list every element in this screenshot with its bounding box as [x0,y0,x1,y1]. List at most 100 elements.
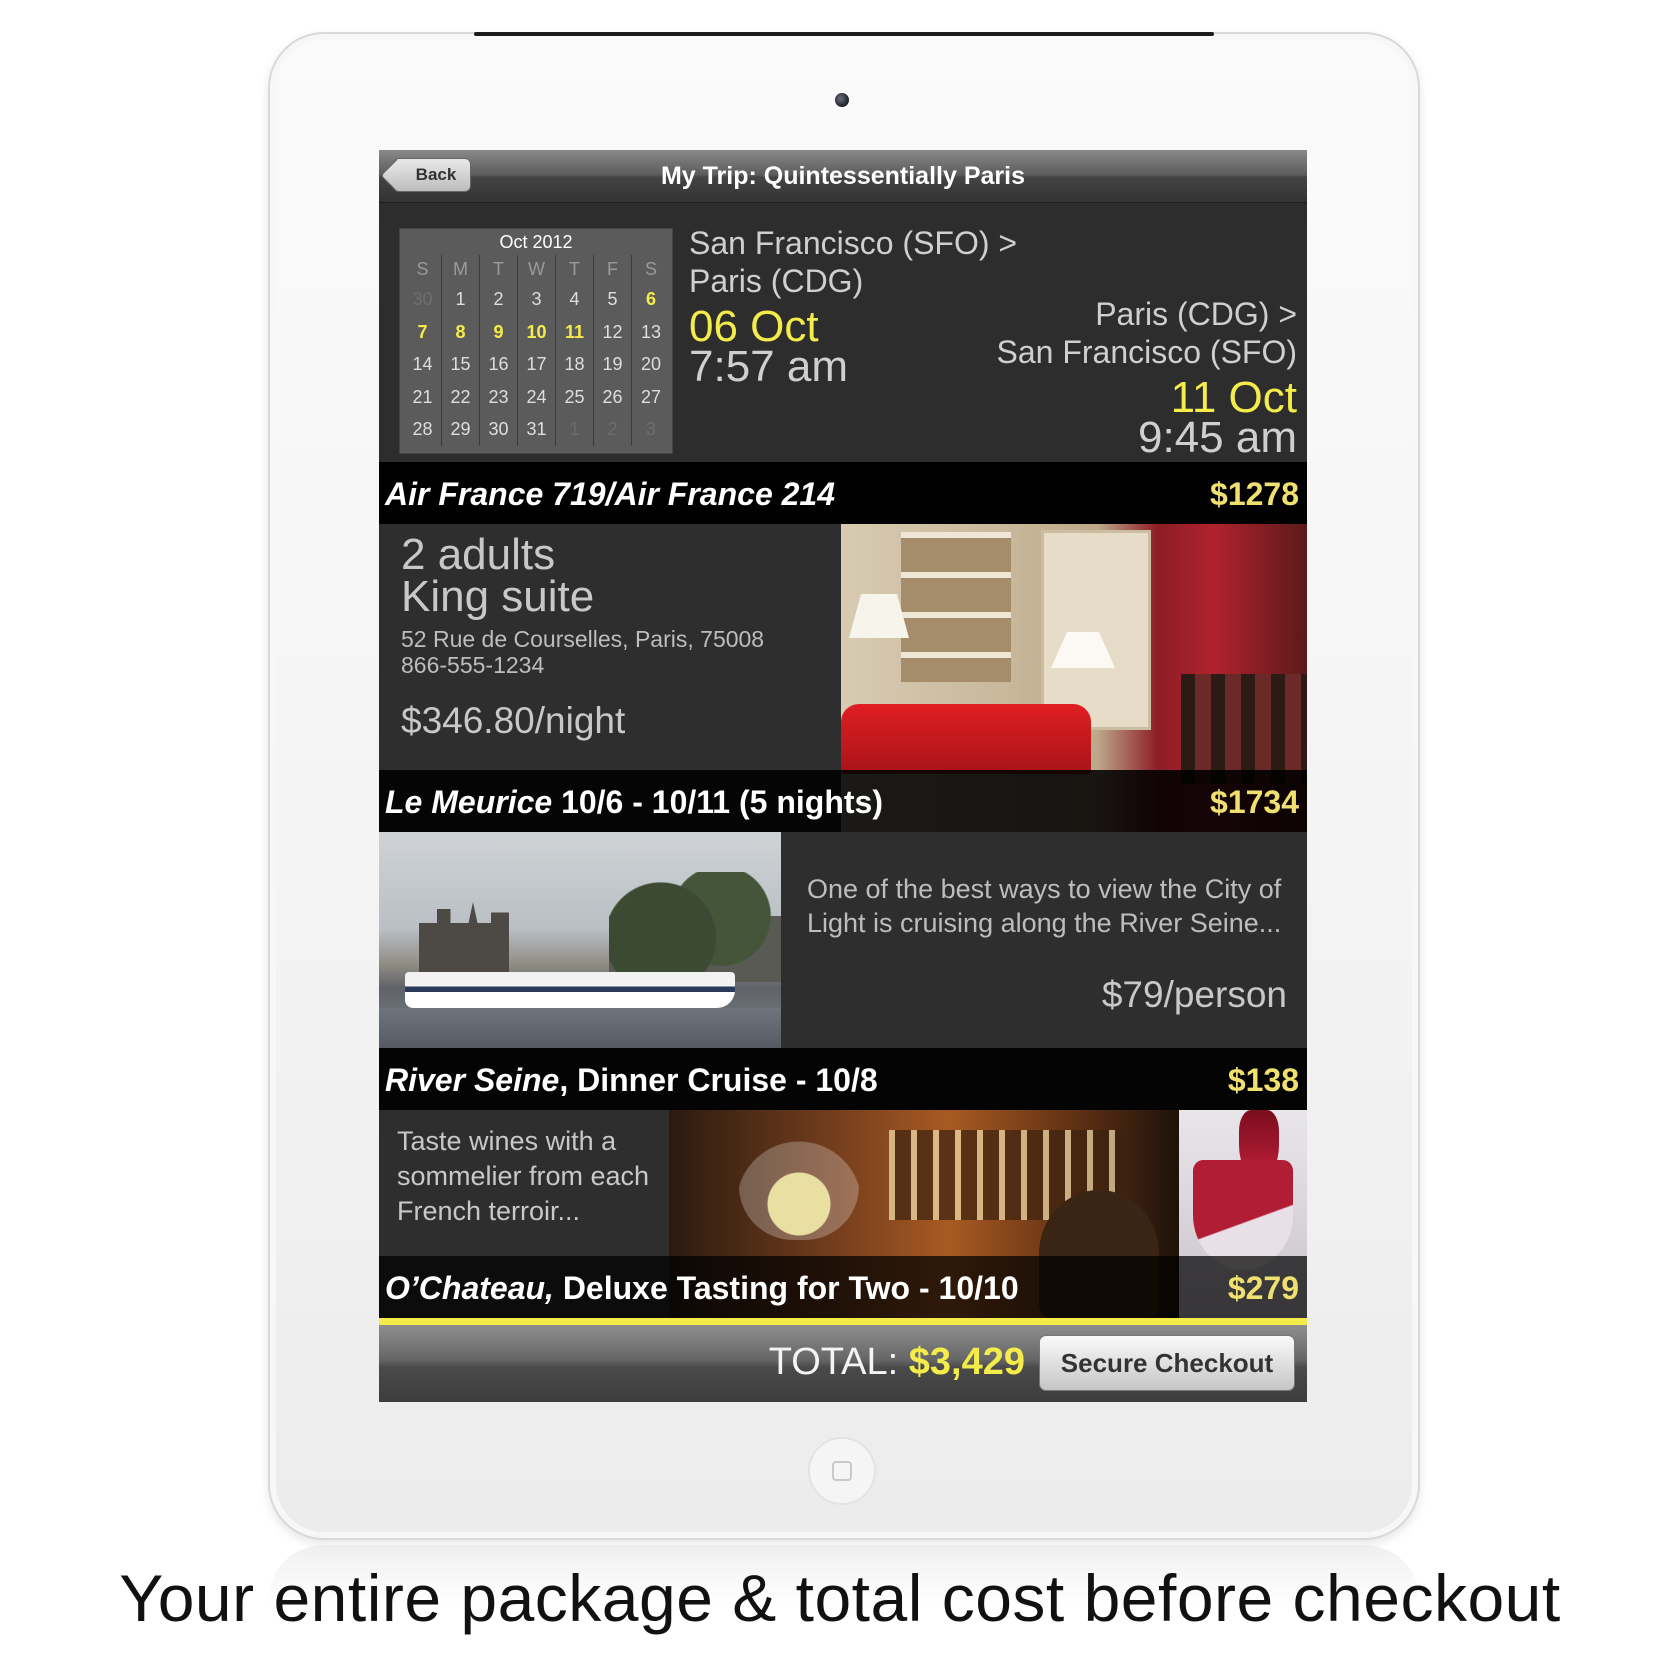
calendar-weekday: T [556,255,594,283]
flight-item-price: $1278 [1210,476,1299,512]
cruise-details[interactable]: One of the best ways to view the City of… [781,832,1307,1048]
calendar-day[interactable]: 22 [442,380,480,413]
wine-item-label: O’Chateau, Deluxe Tasting for Two - 10/1… [385,1270,1019,1307]
calendar-day-selected[interactable]: 11 [556,315,594,348]
wine-venue: O’Chateau, [385,1270,554,1306]
marketing-caption: Your entire package & total cost before … [119,1561,1561,1635]
hotel-guest-count: 2 adults [401,530,556,579]
calendar-day[interactable]: 20 [632,348,670,381]
hotel-item-price: $1734 [1210,784,1299,820]
calendar-day[interactable]: 28 [404,413,442,446]
hotel-address: 52 Rue de Courselles, Paris, 75008 [401,626,765,652]
cruise-item-price: $138 [1227,1062,1299,1098]
calendar-day[interactable]: 21 [404,380,442,413]
hotel-phone: 866-555-1234 [401,652,545,678]
home-square-icon [832,1461,852,1481]
calendar-day-selected[interactable]: 9 [480,315,518,348]
calendar-weekday: F [594,255,632,283]
calendar-day[interactable]: 4 [556,283,594,316]
calendar-day[interactable]: 30 [480,413,518,446]
calendar-day[interactable]: 2 [594,413,632,446]
cruise-description: One of the best ways to view the City of… [807,874,1282,938]
calendar-month-title: Oct 2012 [499,232,573,252]
calendar-day[interactable]: 24 [518,380,556,413]
camera-icon [835,93,849,107]
calendar-day[interactable]: 3 [518,283,556,316]
app-screen: My Trip: Quintessentially Paris Back Oct… [379,150,1307,1402]
hotel-details[interactable]: 2 adults King suite 52 Rue de Courselles… [379,524,841,770]
calendar-day[interactable]: 30 [404,283,442,316]
total-cost: TOTAL: $3,429 [769,1341,1025,1384]
calendar-day-selected[interactable]: 8 [442,315,480,348]
wine-detail: Deluxe Tasting for Two - 10/10 [553,1270,1019,1306]
calendar-day[interactable]: 31 [518,413,556,446]
total-label: TOTAL: [768,1341,909,1383]
calendar-day[interactable]: 17 [518,348,556,381]
outbound-route-origin: San Francisco (SFO) > [689,225,1018,261]
calendar-day[interactable]: 26 [594,380,632,413]
calendar-day[interactable]: 23 [480,380,518,413]
hotel-name: Le Meurice [385,784,553,820]
cruise-item-label: River Seine, Dinner Cruise - 10/8 [385,1062,878,1099]
total-amount: $3,429 [908,1341,1025,1383]
return-route-origin: Paris (CDG) > [1095,296,1297,332]
back-button-label: Back [415,165,457,184]
page-title: My Trip: Quintessentially Paris [660,162,1025,190]
calendar-day[interactable]: 19 [594,348,632,381]
wine-item-bar[interactable]: O’Chateau, Deluxe Tasting for Two - 10/1… [379,1256,1307,1318]
return-route: Paris (CDG) > San Francisco (SFO) [877,295,1297,371]
cruise-detail: , Dinner Cruise - 10/8 [559,1062,878,1098]
hotel-contact: 52 Rue de Courselles, Paris, 75008 866-5… [401,626,764,678]
calendar-day[interactable]: 3 [632,413,670,446]
calendar-day[interactable]: 13 [632,316,670,349]
return-route-destination: San Francisco (SFO) [996,334,1297,370]
calendar-weekday: T [480,255,518,283]
calendar-day[interactable]: 25 [556,380,594,413]
calendar-day[interactable]: 14 [404,348,442,381]
hotel-dates: 10/6 - 10/11 (5 nights) [552,784,883,820]
cruise-item-bar[interactable]: River Seine, Dinner Cruise - 10/8 $138 [379,1048,1307,1110]
wine-details[interactable]: Taste wines with a sommelier from each F… [379,1110,669,1256]
calendar-day[interactable]: 18 [556,348,594,381]
calendar-grid: S M T W T F S 30 1 2 3 4 5 6 7 8 9 10 11 12 13 14 15 16 17 18 19 20… [404,255,670,446]
calendar-weekday: S [404,255,442,283]
scroll-indicator-line [379,1318,1307,1325]
flight-item-label: Air France 719/Air France 214 [385,476,836,512]
home-button[interactable] [808,1437,876,1505]
calendar-weekday: S [644,259,657,279]
calendar-weekday: W [518,255,556,283]
cruise-photo [379,832,781,1048]
wine-description: Taste wines with a sommelier from each F… [397,1126,650,1226]
calendar-day[interactable]: 2 [480,283,518,316]
checkout-toolbar: TOTAL: $3,429 Secure Checkout [379,1325,1307,1402]
back-button[interactable]: Back [393,158,471,192]
outbound-route: San Francisco (SFO) > Paris (CDG) [689,224,1049,300]
calendar-day[interactable]: 1 [556,413,594,446]
return-time: 9:45 am [1138,413,1297,462]
outbound-time: 7:57 am [689,342,848,391]
calendar-day[interactable]: 15 [442,348,480,381]
hotel-item-label: Le Meurice 10/6 - 10/11 (5 nights) [385,784,883,821]
calendar-day[interactable]: 29 [442,413,480,446]
calendar-day[interactable]: 12 [594,315,632,348]
secure-checkout-button[interactable]: Secure Checkout [1039,1335,1295,1391]
hotel-room-type: King suite [401,572,595,621]
calendar-day-selected[interactable]: 6 [632,283,670,316]
calendar-day-selected[interactable]: 7 [404,315,442,348]
cruise-name: River Seine [385,1062,560,1098]
calendar-day[interactable]: 16 [480,348,518,381]
device-top-edge [474,32,1214,36]
calendar-day-selected[interactable]: 10 [518,315,556,348]
calendar-day[interactable]: 5 [594,283,632,316]
hotel-guests: 2 adults King suite [401,530,595,621]
flight-item-bar[interactable]: Air France 719/Air France 214 $1278 [379,462,1307,524]
trip-calendar: Oct 2012 S M T W T F S 30 1 2 3 4 5 6 7 8 9 10 11 12 13 14 15 1… [399,228,673,454]
navigation-bar: My Trip: Quintessentially Paris Back [379,150,1307,203]
wine-item-price: $279 [1227,1270,1299,1306]
calendar-day[interactable]: 1 [442,283,480,316]
cruise-rate: $79/person [1101,974,1287,1015]
hotel-nightly-rate: $346.80/night [401,700,626,741]
calendar-day[interactable]: 27 [632,381,670,414]
hotel-item-bar[interactable]: Le Meurice 10/6 - 10/11 (5 nights) $1734 [379,770,1307,832]
calendar-weekday: M [442,255,480,283]
